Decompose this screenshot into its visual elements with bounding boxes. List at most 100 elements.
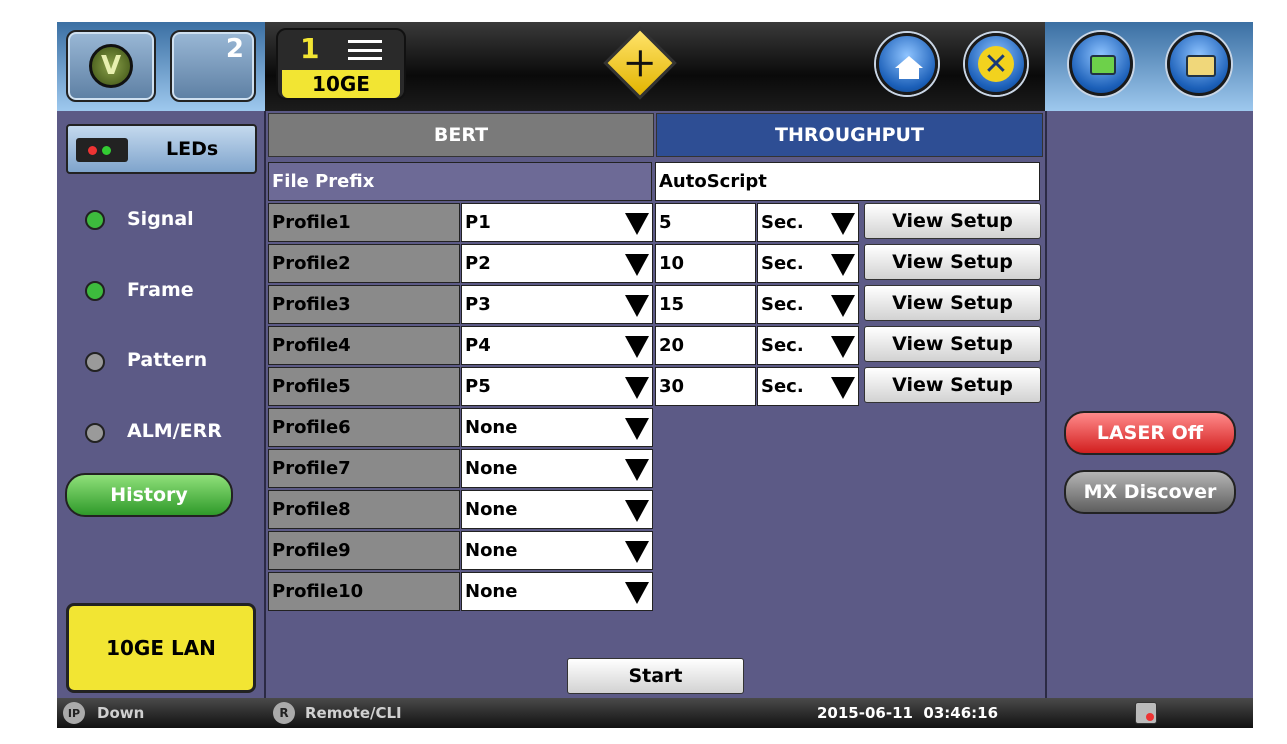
mode-10ge-lan-button[interactable]: 10GE LAN — [66, 603, 256, 693]
profile3-unit: Sec. — [761, 294, 804, 315]
pattern-label: Pattern — [127, 349, 208, 371]
network-tools-button[interactable] — [1069, 32, 1133, 96]
profile7-select[interactable]: None — [461, 449, 653, 488]
close-icon: ✕ — [978, 46, 1014, 82]
profile3-view-setup-button[interactable]: View Setup — [864, 285, 1041, 321]
profile1-view-setup-button[interactable]: View Setup — [864, 203, 1041, 239]
signal-led — [85, 210, 105, 230]
top-left-area: V 2 — [57, 22, 265, 111]
tab-bert[interactable]: BERT — [268, 113, 654, 157]
profile1-label: Profile1 — [268, 203, 460, 242]
history-button[interactable]: History — [65, 473, 233, 517]
profile7-value: None — [465, 458, 518, 479]
tab-throughput[interactable]: THROUGHPUT — [656, 113, 1043, 157]
profile3-select[interactable]: P3 — [461, 285, 653, 324]
profile9-value: None — [465, 540, 518, 561]
profile2-unit-select[interactable]: Sec. — [757, 244, 859, 283]
status-bar: IP Down R Remote/CLI 2015-06-11 03:46:16 — [57, 698, 1253, 728]
frame-label: Frame — [127, 279, 194, 301]
storage-icon[interactable] — [1135, 702, 1157, 724]
profile1-duration-input[interactable]: 5 — [655, 203, 756, 242]
profile9-label: Profile9 — [268, 531, 460, 570]
signal-label: Signal — [127, 208, 194, 230]
profile6-value: None — [465, 417, 518, 438]
dropdown-arrow-icon — [831, 336, 855, 358]
dropdown-arrow-icon — [625, 541, 649, 563]
port-1-button[interactable]: 1 10GE — [276, 28, 406, 100]
dropdown-arrow-icon — [625, 418, 649, 440]
profile3-unit-select[interactable]: Sec. — [757, 285, 859, 324]
dropdown-arrow-icon — [831, 213, 855, 235]
profile10-select[interactable]: None — [461, 572, 653, 611]
dropdown-arrow-icon — [625, 254, 649, 276]
home-button[interactable] — [876, 33, 938, 95]
dropdown-arrow-icon — [625, 500, 649, 522]
dropdown-arrow-icon — [625, 295, 649, 317]
profile4-duration-input[interactable]: 20 — [655, 326, 756, 365]
profile2-select[interactable]: P2 — [461, 244, 653, 283]
profile5-view-setup-button[interactable]: View Setup — [864, 367, 1041, 403]
profile2-duration-input[interactable]: 10 — [655, 244, 756, 283]
alm-err-label: ALM/ERR — [127, 420, 222, 442]
port-1-number: 1 — [300, 32, 320, 65]
profile2-value: P2 — [465, 253, 491, 274]
file-manager-button[interactable] — [1167, 32, 1231, 96]
profile5-duration-input[interactable]: 30 — [655, 367, 756, 406]
profile8-value: None — [465, 499, 518, 520]
leds-indicator-icon — [76, 138, 128, 162]
dropdown-arrow-icon — [831, 295, 855, 317]
laser-off-button[interactable]: LASER Off — [1064, 411, 1236, 455]
close-button[interactable]: ✕ — [965, 33, 1027, 95]
profile2-view-setup-button[interactable]: View Setup — [864, 244, 1041, 280]
dropdown-arrow-icon — [831, 377, 855, 399]
profile4-view-setup-button[interactable]: View Setup — [864, 326, 1041, 362]
profile5-label: Profile5 — [268, 367, 460, 406]
profile6-label: Profile6 — [268, 408, 460, 447]
profile4-unit-select[interactable]: Sec. — [757, 326, 859, 365]
profile3-value: P3 — [465, 294, 491, 315]
leds-label: LEDs — [166, 138, 219, 160]
dropdown-arrow-icon — [625, 377, 649, 399]
profile4-label: Profile4 — [268, 326, 460, 365]
profile8-select[interactable]: None — [461, 490, 653, 529]
profile1-value: P1 — [465, 212, 491, 233]
datetime: 2015-06-11 03:46:16 — [817, 704, 999, 722]
file-prefix-input[interactable]: AutoScript — [655, 162, 1040, 201]
dropdown-arrow-icon — [625, 213, 649, 235]
profile5-unit-select[interactable]: Sec. — [757, 367, 859, 406]
port-1-label: 10GE — [282, 70, 400, 98]
viavi-logo-button[interactable]: V — [66, 30, 156, 102]
frame-led — [85, 281, 105, 301]
menu-icon — [348, 40, 382, 60]
profile2-label: Profile2 — [268, 244, 460, 283]
profile3-label: Profile3 — [268, 285, 460, 324]
alm-err-led — [85, 423, 105, 443]
leds-button[interactable]: LEDs — [66, 124, 257, 174]
profile4-select[interactable]: P4 — [461, 326, 653, 365]
profile7-label: Profile7 — [268, 449, 460, 488]
profile6-select[interactable]: None — [461, 408, 653, 447]
profile1-unit-select[interactable]: Sec. — [757, 203, 859, 242]
port-2-number: 2 — [225, 34, 244, 64]
right-panel: LASER Off MX Discover — [1045, 111, 1253, 698]
dropdown-arrow-icon — [625, 336, 649, 358]
dropdown-arrow-icon — [625, 582, 649, 604]
dropdown-arrow-icon — [831, 254, 855, 276]
profile5-unit: Sec. — [761, 376, 804, 397]
profile1-unit: Sec. — [761, 212, 804, 233]
profile5-select[interactable]: P5 — [461, 367, 653, 406]
left-panel: LEDs Signal Frame Pattern ALM/ERR Histor… — [57, 111, 266, 698]
start-button[interactable]: Start — [567, 658, 744, 694]
profile3-duration-input[interactable]: 15 — [655, 285, 756, 324]
profile4-value: P4 — [465, 335, 491, 356]
mx-discover-button[interactable]: MX Discover — [1064, 470, 1236, 514]
profile1-select[interactable]: P1 — [461, 203, 653, 242]
profile9-select[interactable]: None — [461, 531, 653, 570]
profile5-value: P5 — [465, 376, 491, 397]
remote-status: Remote/CLI — [305, 704, 402, 722]
logo-icon: V — [89, 44, 133, 88]
port-2-button[interactable]: 2 — [170, 30, 256, 102]
ip-icon: IP — [63, 702, 85, 724]
dropdown-arrow-icon — [625, 459, 649, 481]
file-prefix-label: File Prefix — [268, 162, 652, 201]
